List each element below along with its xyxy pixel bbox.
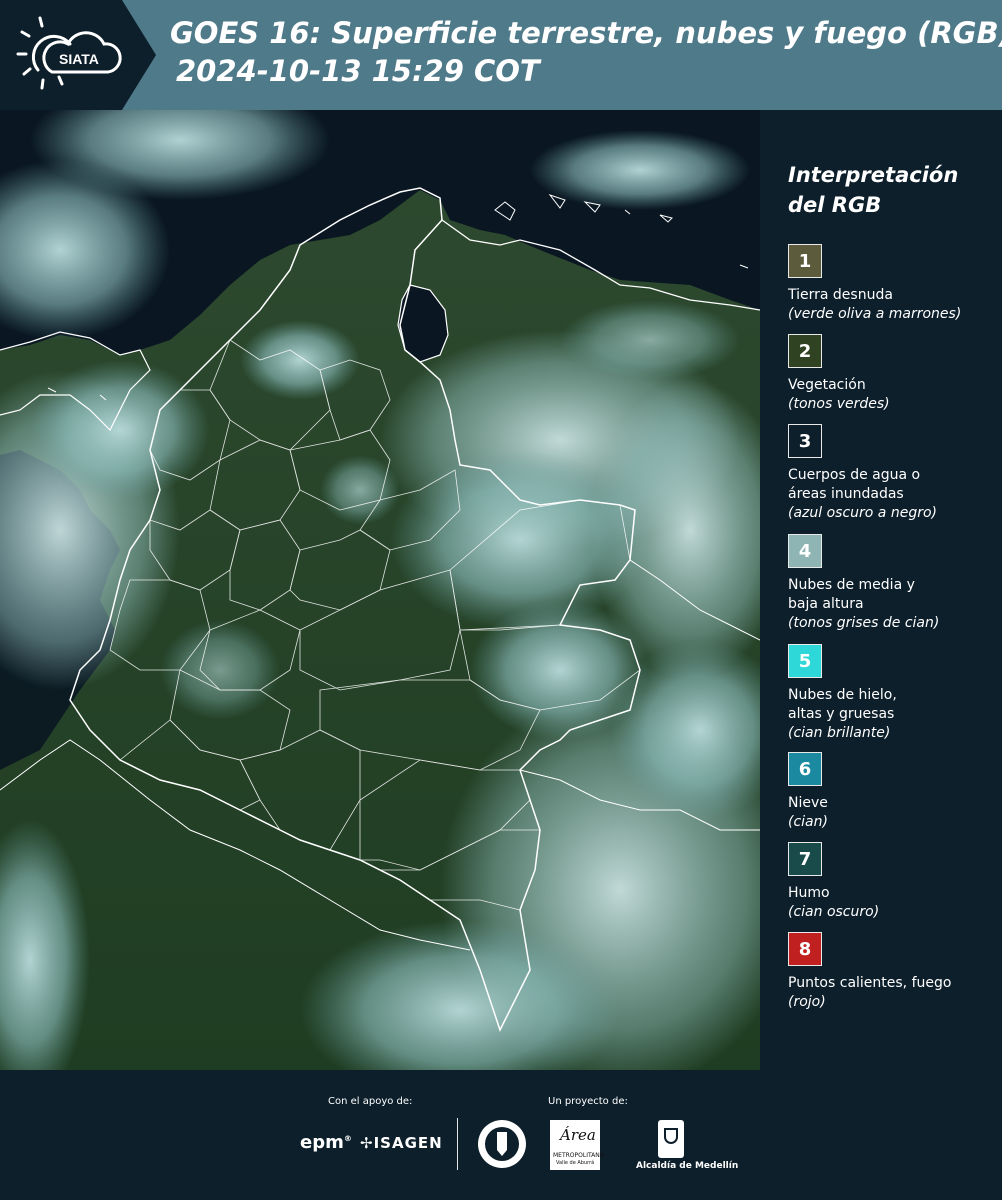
page-title: GOES 16: Superficie terrestre, nubes y f… — [170, 14, 1002, 90]
legend-label: Cuerpos de agua o — [788, 467, 921, 483]
isagen-icon: ✢ — [360, 1134, 374, 1152]
legend-sub: (verde oliva a marrones) — [788, 306, 962, 322]
legend-swatch-7: 7 — [788, 842, 822, 876]
header: SIATA GOES 16: Superficie terrestre, nub… — [0, 0, 1002, 110]
legend-title-line-1: Interpretación — [788, 163, 959, 187]
legend-swatch-6: 6 — [788, 752, 822, 786]
legend-sub: (azul oscuro a negro) — [788, 505, 937, 521]
legend-item-nubes-media: 4 Nubes de media y baja altura (tonos gr… — [788, 534, 939, 633]
project-label: Un proyecto de: — [548, 1096, 628, 1107]
legend-label: Humo — [788, 885, 830, 901]
area-logo-title: Área — [560, 1126, 596, 1144]
legend-item-cuerpos-agua: 3 Cuerpos de agua o áreas inundadas (azu… — [788, 424, 937, 523]
siata-logo-text: SIATA — [59, 51, 99, 67]
title-line-1: GOES 16: Superficie terrestre, nubes y f… — [170, 16, 1002, 50]
satellite-map[interactable] — [0, 110, 760, 1070]
legend-sub: (cian brillante) — [788, 725, 891, 741]
area-logo-line2: METROPOLITANA — [553, 1152, 604, 1159]
legend-label: Vegetación — [788, 377, 866, 393]
legend-swatch-4: 4 — [788, 534, 822, 568]
siata-logo[interactable]: SIATA — [12, 14, 124, 94]
alcaldia-crest-icon — [658, 1120, 684, 1158]
title-line-2: 2024-10-13 15:29 COT — [176, 54, 540, 88]
legend-label-2: áreas inundadas — [788, 486, 904, 502]
legend-sub: (tonos verdes) — [788, 396, 890, 412]
epm-logo[interactable]: epm® — [300, 1132, 352, 1153]
siata-logo-mark: SIATA — [16, 16, 122, 90]
legend-item-nieve: 6 Nieve (cian) — [788, 752, 828, 832]
legend-label: Nubes de media y — [788, 577, 915, 593]
legend-label: Nubes de hielo, — [788, 687, 897, 703]
alcaldia-text: Alcaldía de Medellín — [636, 1161, 739, 1171]
alcaldia-logo[interactable]: Alcaldía de Medellín — [636, 1120, 739, 1171]
legend-label: Nieve — [788, 795, 828, 811]
legend-sub: (cian) — [788, 814, 828, 830]
legend-item-tierra-desnuda: 1 Tierra desnuda (verde oliva a marrones… — [788, 244, 961, 324]
isagen-logo[interactable]: ✢ISAGEN — [360, 1134, 443, 1152]
support-label: Con el apoyo de: — [328, 1096, 413, 1107]
legend-swatch-1: 1 — [788, 244, 822, 278]
legend-label-2: altas y gruesas — [788, 706, 895, 722]
legend-swatch-2: 2 — [788, 334, 822, 368]
legend-label: Puntos calientes, fuego — [788, 975, 952, 991]
legend-sub: (tonos grises de cian) — [788, 615, 940, 631]
legend-item-vegetacion: 2 Vegetación (tonos verdes) — [788, 334, 890, 414]
legend-title: Interpretación del RGB — [788, 160, 988, 220]
map-svg — [0, 110, 760, 1070]
legend-swatch-5: 5 — [788, 644, 822, 678]
legend-label-2: baja altura — [788, 596, 864, 612]
legend-item-nubes-hielo: 5 Nubes de hielo, altas y gruesas (cian … — [788, 644, 897, 743]
legend-label: Tierra desnuda — [788, 287, 893, 303]
legend-sub: (cian oscuro) — [788, 904, 880, 920]
legend: Interpretación del RGB 1 Tierra desnuda … — [788, 160, 988, 1010]
isagen-logo-text: ISAGEN — [373, 1134, 443, 1152]
footer-divider — [457, 1118, 458, 1170]
area-logo-line3: Valle de Aburrá — [556, 1160, 595, 1166]
legend-item-humo: 7 Humo (cian oscuro) — [788, 842, 879, 922]
area-metropolitana-logo[interactable]: Área METROPOLITANA Valle de Aburrá — [550, 1120, 604, 1170]
seal-logo[interactable] — [476, 1118, 528, 1170]
legend-item-fuego: 8 Puntos calientes, fuego (rojo) — [788, 932, 951, 1012]
legend-swatch-8: 8 — [788, 932, 822, 966]
footer: Con el apoyo de: Un proyecto de: epm® ✢I… — [0, 1070, 1002, 1200]
legend-sub: (rojo) — [788, 994, 826, 1010]
legend-title-line-2: del RGB — [788, 193, 882, 217]
legend-swatch-3: 3 — [788, 424, 822, 458]
epm-logo-text: epm — [300, 1132, 344, 1153]
